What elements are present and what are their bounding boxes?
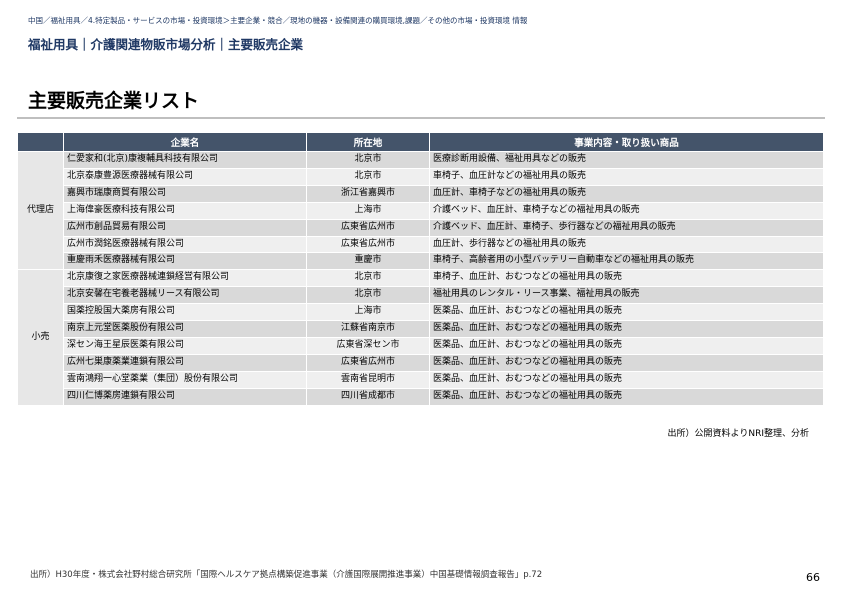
company-cell: 雲南鴻翔一心堂薬業（集団）股份有限公司 (63, 370, 307, 389)
business-cell: 車椅子、血圧計、おむつなどの福祉用具の販売 (429, 269, 824, 288)
company-cell: 北京泰康豊源医療器械有限公司 (63, 167, 307, 186)
location-cell: 北京市 (306, 167, 430, 186)
business-cell: 介護ベッド、血圧計、車椅子、歩行器などの福祉用具の販売 (429, 218, 824, 237)
category-cell: 代理店 (17, 150, 64, 271)
table-row: 南京上元堂医薬股份有限公司 江蘇省南京市 医薬品、血圧計、おむつなどの福祉用具の販売 (18, 320, 824, 338)
company-cell: 上海偉豪医療科技有限公司 (63, 201, 307, 220)
table-row: 代理店 仁愛家和(北京)康複輔具科技有限公司 北京市 医療診断用設備、福祉用具などの販… (17, 150, 824, 271)
table-row: 広州七巣康薬業連鎖有限公司 広東省広州市 医薬品、血圧計、おむつなどの福祉用具の販売 (18, 353, 824, 372)
company-cell: 嘉興市瑞康商貿有限公司 (63, 184, 307, 203)
company-cell: 国薬控股国大薬房有限公司 (63, 303, 307, 322)
table-row: 小売 北京康復之家医療器械連鎖経営有限公司 北京市 車椅子、血圧計、おむつなどの福祉用… (17, 269, 824, 406)
company-cell: 広州七巣康薬業連鎖有限公司 (63, 353, 307, 372)
table-row: 深セン海王星辰医薬有限公司 広東省深セン市 医薬品、血圧計、おむつなどの福祉用具の販… (18, 336, 824, 355)
source-note: 出所）公開資料よりNRI整理、分析 (667, 429, 809, 439)
location-cell: 浙江省嘉興市 (306, 184, 430, 203)
business-cell: 血圧計、車椅子などの福祉用具の販売 (429, 184, 824, 203)
header-location: 所在地 (306, 132, 430, 152)
company-cell: 広州市潤銘医療器械有限公司 (63, 235, 307, 254)
location-cell: 北京市 (306, 269, 430, 288)
location-cell: 上海市 (306, 201, 430, 220)
company-cell: 四川仁博薬房連鎖有限公司 (63, 387, 307, 406)
table-row: 北京安馨在宅養老器械リース有限公司 北京市 福祉用具のレンタル・リース事業、福祉用具… (18, 286, 824, 305)
location-cell: 広東省深セン市 (306, 336, 430, 355)
company-cell: 北京安馨在宅養老器械リース有限公司 (63, 286, 307, 305)
location-cell: 広東省広州市 (306, 353, 430, 372)
business-cell: 車椅子、血圧計などの福祉用具の販売 (429, 167, 824, 186)
page-title: 主要販売企業リスト (28, 90, 200, 112)
table-row: 広州市潤銘医療器械有限公司 広東省広州市 血圧計、歩行器などの福祉用具の販売 (18, 235, 824, 254)
location-cell: 上海市 (306, 303, 430, 322)
location-cell: 北京市 (306, 151, 430, 169)
location-cell: 雲南省昆明市 (306, 370, 430, 389)
business-cell: 医薬品、血圧計、おむつなどの福祉用具の販売 (429, 336, 824, 355)
business-cell: 車椅子、高齢者用の小型バッテリー自動車などの福祉用具の販売 (429, 252, 824, 271)
business-cell: 福祉用具のレンタル・リース事業、福祉用具の販売 (429, 286, 824, 305)
location-cell: 北京市 (306, 286, 430, 305)
business-cell: 医薬品、血圧計、おむつなどの福祉用具の販売 (429, 370, 824, 389)
header-company: 企業名 (63, 132, 307, 152)
company-table: 企業名 所在地 事業内容・取り扱い商品 代理店 仁愛家和(北京)康複輔具科技有限公… (17, 132, 824, 406)
business-cell: 医薬品、血圧計、おむつなどの福祉用具の販売 (429, 387, 824, 406)
location-cell: 重慶市 (306, 252, 430, 271)
location-cell: 四川省成都市 (306, 387, 430, 406)
business-cell: 医薬品、血圧計、おむつなどの福祉用具の販売 (429, 353, 824, 372)
breadcrumb: 中国／福祉用具／4.特定製品・サービスの市場・投資環境＞主要企業・競合／現地の機… (28, 16, 528, 25)
company-cell: 北京康復之家医療器械連鎖経営有限公司 (63, 269, 307, 288)
footer-source: 出所）H30年度・株式会社野村総合研究所「国際ヘルスケア拠点構築促進事業（介護国… (30, 570, 543, 580)
section-subtitle: 福祉用具｜介護関連物販市場分析｜主要販売企業 (28, 37, 304, 52)
header-business: 事業内容・取り扱い商品 (429, 132, 824, 152)
location-cell: 広東省広州市 (306, 235, 430, 254)
table-row: 重慶雨禾医療器械有限公司 重慶市 車椅子、高齢者用の小型バッテリー自動車などの福祉用… (18, 252, 824, 271)
company-cell: 仁愛家和(北京)康複輔具科技有限公司 (63, 151, 307, 169)
table-header-row: 企業名 所在地 事業内容・取り扱い商品 (17, 132, 824, 152)
company-cell: 深セン海王星辰医薬有限公司 (63, 336, 307, 355)
table-row: 国薬控股国大薬房有限公司 上海市 医薬品、血圧計、おむつなどの福祉用具の販売 (18, 303, 824, 322)
category-cell: 小売 (17, 269, 64, 406)
business-cell: 介護ベッド、血圧計、車椅子などの福祉用具の販売 (429, 201, 824, 220)
business-cell: 医薬品、血圧計、おむつなどの福祉用具の販売 (429, 303, 824, 322)
location-cell: 江蘇省南京市 (306, 320, 430, 338)
table-row: 雲南鴻翔一心堂薬業（集団）股份有限公司 雲南省昆明市 医薬品、血圧計、おむつなどの福… (18, 370, 824, 389)
company-cell: 南京上元堂医薬股份有限公司 (63, 320, 307, 338)
header-category (17, 132, 64, 152)
table-row: 上海偉豪医療科技有限公司 上海市 介護ベッド、血圧計、車椅子などの福祉用具の販売 (18, 201, 824, 220)
table-row: 北京泰康豊源医療器械有限公司 北京市 車椅子、血圧計などの福祉用具の販売 (18, 167, 824, 186)
table-row: 広州市創品貿易有限公司 広東省広州市 介護ベッド、血圧計、車椅子、歩行器などの福祉用… (18, 218, 824, 237)
business-cell: 医療診断用設備、福祉用具などの販売 (429, 151, 824, 169)
business-cell: 血圧計、歩行器などの福祉用具の販売 (429, 235, 824, 254)
company-cell: 広州市創品貿易有限公司 (63, 218, 307, 237)
table-body: 代理店 仁愛家和(北京)康複輔具科技有限公司 北京市 医療診断用設備、福祉用具などの販… (17, 150, 824, 406)
table-row: 嘉興市瑞康商貿有限公司 浙江省嘉興市 血圧計、車椅子などの福祉用具の販売 (18, 184, 824, 203)
business-cell: 医薬品、血圧計、おむつなどの福祉用具の販売 (429, 320, 824, 338)
title-divider (17, 117, 825, 119)
company-cell: 重慶雨禾医療器械有限公司 (63, 252, 307, 271)
page-number: 66 (806, 571, 820, 584)
location-cell: 広東省広州市 (306, 218, 430, 237)
table-row: 四川仁博薬房連鎖有限公司 四川省成都市 医薬品、血圧計、おむつなどの福祉用具の販売 (18, 387, 824, 406)
